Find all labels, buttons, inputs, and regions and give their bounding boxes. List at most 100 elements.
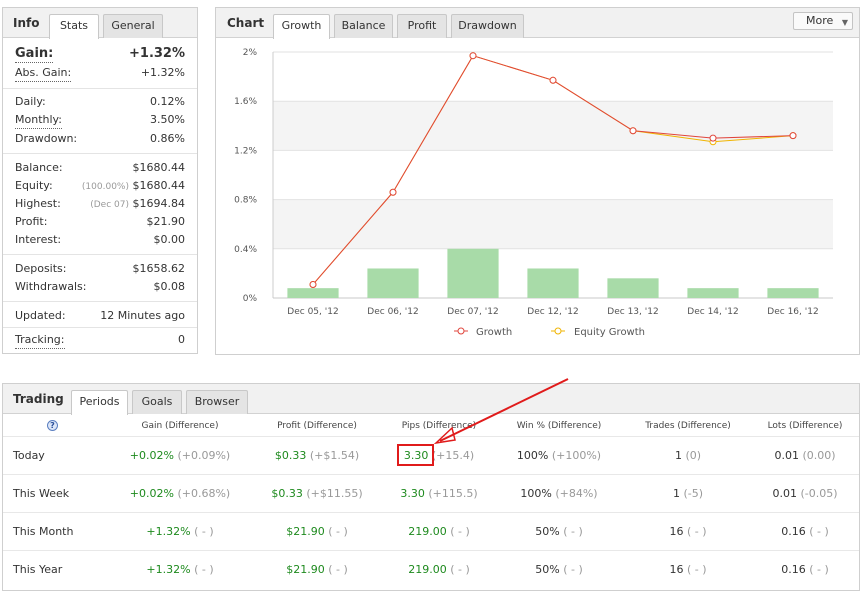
- trading-title: Trading: [13, 392, 64, 406]
- lots-diff: ( - ): [809, 525, 829, 538]
- series-point-0: [789, 132, 797, 140]
- pips-diff: (+15.4): [431, 449, 475, 462]
- x-tick-label: Dec 16, '12: [767, 307, 818, 317]
- monthly-label[interactable]: Monthly:: [15, 112, 62, 129]
- win-diff: (+100%): [551, 449, 602, 462]
- highest-row: Highest: (Dec 07) $1694.84: [15, 196, 185, 212]
- gain-cell: +1.32% ( - ): [110, 551, 250, 589]
- header-pips: Pips (Difference): [401, 421, 477, 431]
- win-diff: ( - ): [563, 563, 583, 576]
- win-cell: 50% ( - ): [489, 551, 629, 589]
- gain-value: +1.32%: [146, 563, 191, 576]
- tracking-value: 0: [178, 333, 185, 346]
- chart-bars: [287, 248, 819, 298]
- lots-cell: 0.01 (-0.05): [735, 475, 863, 513]
- pips-cell: 3.30 (+115.5): [369, 475, 509, 513]
- grid-band: [273, 199, 833, 249]
- tab-browser[interactable]: Browser: [186, 390, 248, 414]
- y-tick-label: 0.4%: [234, 245, 257, 255]
- abs-gain-value: +1.32%: [140, 66, 185, 79]
- gain-value: +1.32%: [146, 525, 191, 538]
- profit-label: Profit:: [15, 215, 48, 228]
- series-point-0: [549, 76, 557, 84]
- abs-gain-label[interactable]: Abs. Gain:: [15, 65, 72, 82]
- abs-gain-row: Abs. Gain: +1.32%: [15, 65, 185, 82]
- chart-bar: [767, 288, 819, 298]
- tracking-link[interactable]: Tracking:: [15, 332, 65, 349]
- period-label: This Week: [13, 487, 70, 500]
- help-icon[interactable]: ?: [47, 420, 58, 431]
- daily-row: Daily: 0.12%: [15, 94, 185, 110]
- header-gain: Gain (Difference): [141, 421, 219, 431]
- balance-label: Balance:: [15, 161, 63, 174]
- info-title: Info: [13, 16, 40, 30]
- chart-header: Chart Growth Balance Profit Drawdown Mor…: [216, 8, 859, 39]
- divider: [3, 153, 197, 154]
- equity-label: Equity:: [15, 179, 53, 192]
- pips-value: 219.00: [408, 563, 447, 576]
- win-value: 100%: [520, 487, 552, 500]
- lots-value: 0.16: [781, 525, 806, 538]
- profit-diff: ( - ): [328, 525, 348, 538]
- tab-stats[interactable]: Stats: [49, 14, 99, 39]
- drawdown-label: Drawdown:: [15, 132, 78, 145]
- lots-cell: 0.01 (0.00): [735, 437, 863, 475]
- chart-bar: [607, 278, 659, 298]
- profit-value: $0.33: [274, 449, 307, 462]
- chart-title: Chart: [227, 16, 265, 30]
- highest-value-wrap: (Dec 07) $1694.84: [90, 196, 185, 213]
- trades-diff: ( - ): [686, 525, 707, 538]
- lots-diff: (-0.05): [800, 487, 838, 500]
- divider: [3, 327, 197, 328]
- chart-panel: Chart Growth Balance Profit Drawdown Mor…: [215, 7, 860, 355]
- table-header: ? Gain (Difference) Profit (Difference) …: [3, 416, 859, 436]
- gain-diff: (+0.09%): [177, 449, 231, 462]
- tab-goals[interactable]: Goals: [132, 390, 182, 414]
- gain-diff: (+0.68%): [177, 487, 231, 500]
- profit-diff: ( - ): [328, 563, 348, 576]
- balance-value: $1680.44: [132, 161, 186, 174]
- lots-value: 0.16: [781, 563, 806, 576]
- growth-chart: 0% 0.4% 0.8% 1.2% 1.6% 2% Dec 05, '12 Dec 06, …: [234, 48, 833, 338]
- deposits-value: $1658.62: [132, 262, 186, 275]
- profit-cell: $21.90 ( - ): [247, 551, 387, 589]
- legend-growth-marker: [457, 327, 465, 335]
- updated-value: 12 Minutes ago: [100, 309, 185, 322]
- profit-cell: $21.90 ( - ): [247, 513, 387, 551]
- interest-label: Interest:: [15, 233, 62, 246]
- gain-value: +1.32%: [129, 46, 185, 61]
- trades-value: 16: [669, 525, 684, 538]
- pips-cell: 219.00 ( - ): [369, 551, 509, 589]
- tab-general[interactable]: General: [103, 14, 163, 38]
- tab-profit[interactable]: Profit: [397, 14, 447, 38]
- interest-value: $0.00: [153, 233, 186, 246]
- info-header: Info Stats General: [3, 8, 197, 39]
- lots-diff: ( - ): [809, 563, 829, 576]
- equity-value: $1680.44: [132, 179, 186, 192]
- chart-yticks: 0% 0.4% 0.8% 1.2% 1.6% 2%: [234, 48, 257, 304]
- updated-label: Updated:: [15, 309, 66, 322]
- tab-drawdown[interactable]: Drawdown: [451, 14, 524, 38]
- series-line-0: [312, 55, 794, 285]
- tab-growth[interactable]: Growth: [273, 14, 330, 39]
- gain-cell: +1.32% ( - ): [110, 513, 250, 551]
- legend-equity-marker: [554, 327, 562, 335]
- header-profit: Profit (Difference): [277, 421, 357, 431]
- gain-label[interactable]: Gain:: [15, 46, 54, 63]
- header-win: Win % (Difference): [516, 421, 602, 431]
- more-dropdown[interactable]: More ▼: [793, 12, 853, 30]
- x-tick-label: Dec 14, '12: [687, 307, 738, 317]
- trades-value: 16: [669, 563, 684, 576]
- profit-cell: $0.33 (+$11.55): [247, 475, 387, 513]
- gain-row: Gain: +1.32%: [15, 46, 185, 64]
- win-value: 50%: [535, 525, 560, 538]
- series-point-0: [469, 52, 477, 60]
- equity-row: Equity: (100.00%) $1680.44: [15, 178, 185, 194]
- pips-value: 3.30: [400, 487, 425, 500]
- tab-periods[interactable]: Periods: [71, 390, 128, 415]
- grid-band: [273, 101, 833, 151]
- tab-balance[interactable]: Balance: [334, 14, 393, 38]
- lots-cell: 0.16 ( - ): [735, 513, 863, 551]
- trades-diff: (-5): [683, 487, 704, 500]
- x-tick-label: Dec 05, '12: [287, 307, 338, 317]
